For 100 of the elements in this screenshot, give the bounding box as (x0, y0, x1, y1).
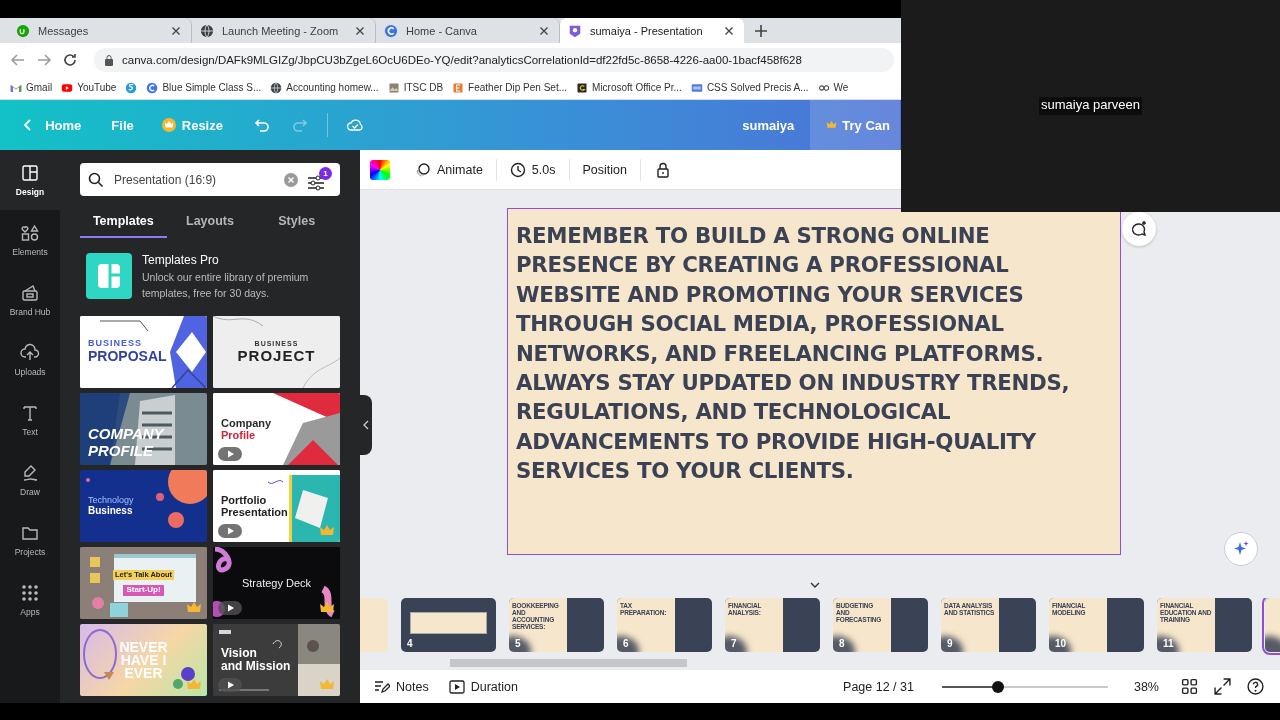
template-thumbnail[interactable]: Technology Business (80, 470, 207, 542)
lock-icon[interactable] (655, 161, 671, 178)
forward-icon[interactable] (36, 51, 52, 68)
filter-button[interactable]: 1 (306, 166, 332, 193)
site-icon (690, 81, 703, 94)
promo-text: Unlock our entire library of premium templates, free for 30 days. (142, 270, 310, 301)
template-title: Business (88, 505, 133, 517)
position-button[interactable]: Position (573, 156, 636, 183)
template-title: and Mission (221, 660, 291, 674)
address-field[interactable]: canva.com/design/DAFk9MLGIZg/JbpCU3bZgeL6OcU6DEo-YQ/edit?analyticsCorrelationId=df22fd5c-8658-4226-aa00-1bacf458f628 (94, 47, 894, 72)
sidebar-item[interactable]: Uploads (0, 330, 60, 390)
sidebar-item[interactable]: Elements (0, 210, 60, 270)
add-comment-button[interactable] (1122, 212, 1156, 246)
magic-button[interactable] (1224, 532, 1258, 566)
browser-tab[interactable]: sumaiya - Presentation (560, 18, 744, 43)
template-title: PROPOSAL (88, 349, 167, 365)
upload-icon (20, 343, 40, 363)
page-thumbnail[interactable]: 4 (401, 598, 496, 652)
site-icon[interactable] (125, 81, 138, 94)
clock-icon (509, 161, 526, 178)
sidebar-item[interactable]: Brand Hub (0, 270, 60, 330)
clear-icon[interactable] (284, 172, 298, 187)
page-number: 8 (839, 638, 845, 649)
template-title: COMPANY (88, 426, 164, 443)
template-thumbnail[interactable]: BUSINESS PROPOSAL (80, 316, 207, 388)
sidebar-item[interactable]: Design (0, 150, 60, 210)
template-thumbnail[interactable]: Strategy Deck (213, 547, 340, 619)
duration-button[interactable]: 5.0s (500, 155, 565, 184)
logo-icon (384, 23, 398, 38)
search-field[interactable]: Presentation (16:9) 1 (80, 163, 340, 196)
sidebar-item[interactable]: Draw (0, 450, 60, 510)
template-thumbnail[interactable]: Portfolio Presentation (213, 470, 340, 542)
bookmark[interactable]: Accounting homew... (270, 81, 379, 94)
zoom-percent[interactable]: 38% (1133, 679, 1159, 694)
template-title: Vision (221, 646, 257, 660)
help-icon[interactable] (1247, 678, 1264, 695)
bookmark[interactable]: CSS Solved Precis A... (690, 81, 809, 94)
bookmark[interactable]: Blue Simple Class S... (146, 81, 262, 94)
bookmark[interactable]: Microsoft Office Pr... (576, 81, 682, 94)
color-swatch[interactable] (370, 159, 390, 180)
template-title: Portfolio (221, 493, 267, 506)
shapes-icon (20, 223, 40, 243)
comment-plus-icon (1130, 220, 1148, 238)
sliders-icon (306, 172, 326, 193)
site-icon (146, 81, 159, 94)
chevron-left-icon (363, 420, 369, 430)
apps-icon (20, 583, 40, 603)
animate-button[interactable]: Animate (406, 155, 492, 184)
grid-view-icon[interactable] (1181, 678, 1198, 695)
sidebar-item[interactable]: Text (0, 390, 60, 450)
collapse-handle[interactable] (360, 395, 372, 455)
templates-pro-icon (86, 253, 132, 299)
template-title: Technology (88, 495, 134, 506)
template-title: HAVE I (120, 653, 167, 667)
template-title: Company (221, 416, 272, 429)
user-name: sumaiya (741, 116, 796, 135)
lock-icon (104, 53, 114, 66)
template-title: PROJECT (237, 347, 316, 365)
slide[interactable] (507, 208, 1121, 555)
undo-icon[interactable] (252, 116, 271, 134)
cloud-check-icon[interactable] (345, 116, 364, 134)
page-number: 5 (515, 638, 521, 649)
fullscreen-icon[interactable] (1214, 678, 1231, 695)
promo-title: Templates Pro (142, 253, 220, 267)
duration-button[interactable]: Duration (442, 675, 524, 698)
logo-icon (568, 23, 582, 38)
layout-icon (20, 163, 40, 183)
count-badge: 1 (319, 166, 332, 180)
briefcase-icon (20, 283, 40, 303)
template-thumbnail[interactable]: COMPANY PROFILE (80, 393, 207, 465)
panel-tab[interactable]: Layouts (166, 206, 254, 238)
bookmark[interactable]: We (817, 81, 849, 94)
new-tab-icon[interactable] (754, 23, 768, 38)
bookmark[interactable]: ITSC DB (387, 81, 444, 94)
page-number: 9 (947, 638, 953, 649)
template-title: NEVER (119, 640, 168, 654)
scrollbar-thumb[interactable] (450, 659, 687, 667)
slide-text[interactable]: REMEMBER TO BUILD A STRONG ONLINE PRESENCE BY CREATING A PROFESSIONAL WEBSITE AND PROMOTING YOUR SERVICES THROUGH SOCIAL MEDIA, PROFESSIONAL NETWORKS, AND FREELANCING PLATFORMS. ALWAYS STAY UPDATED ON INDUSTRY TRENDS, REGULATIONS, AND TECHNOLOGICAL ADVANCEMENTS TO PROVIDE HIGH-QUALITY SERVICES TO YOUR CLIENTS. (516, 221, 1096, 486)
template-thumbnail[interactable]: Company Profile (213, 393, 340, 465)
notes-icon (374, 678, 390, 695)
crown-icon (161, 118, 176, 132)
template-title: Presentation (221, 506, 288, 519)
sidebar-item[interactable]: Apps (0, 570, 60, 630)
logo-icon (16, 23, 30, 38)
play-icon (61, 81, 74, 94)
page-number: 4 (407, 638, 413, 649)
text-icon (20, 403, 40, 423)
back-icon[interactable] (10, 51, 26, 68)
bookmark[interactable]: Gmail (10, 81, 53, 94)
panel-tab[interactable]: Templates (80, 206, 167, 238)
panel-tab[interactable]: Styles (253, 206, 340, 238)
sidebar-item[interactable]: Projects (0, 510, 60, 570)
chevron-left-icon (22, 119, 32, 131)
page-number: 10 (1055, 638, 1067, 649)
notes-button[interactable]: Notes (368, 674, 435, 699)
bookmark[interactable]: YouTube (61, 81, 117, 94)
template-title: EVER (124, 666, 163, 680)
play-icon (448, 679, 465, 694)
reload-icon[interactable] (62, 51, 78, 68)
bookmark[interactable]: Feather Dip Pen Set... (452, 81, 568, 94)
